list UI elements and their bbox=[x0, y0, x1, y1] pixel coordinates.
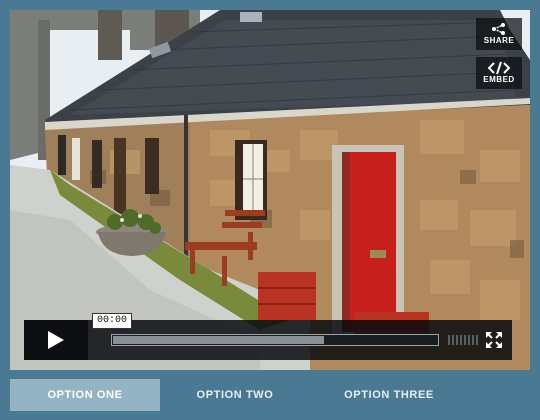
volume-control[interactable] bbox=[448, 333, 480, 345]
video-player[interactable]: SHARE EMBED 00:00 bbox=[10, 10, 530, 370]
share-button[interactable]: SHARE bbox=[476, 18, 522, 50]
play-button[interactable] bbox=[24, 320, 88, 360]
play-icon bbox=[48, 331, 64, 349]
volume-bars-icon bbox=[448, 335, 478, 345]
tab-option-three[interactable]: OPTION THREE bbox=[314, 379, 464, 411]
player-controls: 00:00 bbox=[24, 313, 512, 360]
progress-bar[interactable] bbox=[111, 334, 439, 346]
share-label: SHARE bbox=[483, 36, 515, 45]
embed-button[interactable]: EMBED bbox=[476, 57, 522, 89]
tab-option-one[interactable]: OPTION ONE bbox=[10, 379, 160, 411]
tab-option-two[interactable]: OPTION TWO bbox=[160, 379, 310, 411]
progress-fill bbox=[113, 336, 324, 344]
timecode: 00:00 bbox=[92, 313, 133, 329]
embed-label: EMBED bbox=[483, 75, 515, 84]
fullscreen-icon[interactable] bbox=[486, 332, 502, 348]
code-icon bbox=[488, 61, 510, 75]
tab-bar: OPTION ONE OPTION TWO OPTION THREE bbox=[10, 379, 530, 411]
video-frame bbox=[10, 10, 530, 370]
share-icon bbox=[492, 23, 505, 35]
